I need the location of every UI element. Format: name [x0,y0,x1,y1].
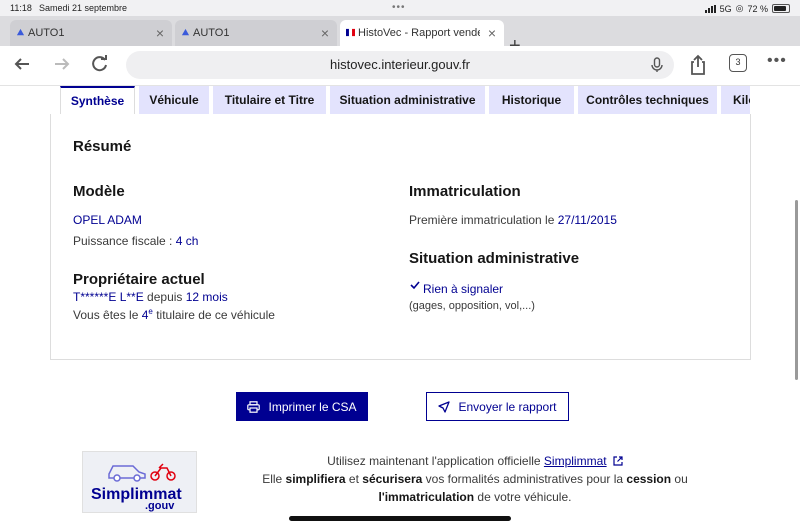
simplimmat-link[interactable]: Simplimmat [544,454,607,468]
tab-titulaire-titre[interactable]: Titulaire et Titre [213,86,326,114]
simplimmat-logo: Simplimmat .gouv [82,451,197,513]
promo-text: et [345,472,363,486]
promo-intro: Utilisez maintenant l'application offici… [327,454,544,468]
fiscal-power-label: Puissance fiscale : [73,234,176,248]
promo-bold-simplifiera: simplifiera [285,472,346,486]
microphone-icon[interactable] [650,57,664,73]
browser-tab-title: AUTO1 [28,27,65,39]
owner-name: T******E L**E [73,290,144,304]
france-flag-favicon-icon [346,28,355,37]
promo-text: ou [671,472,688,486]
owner-since-label: depuis [143,290,186,304]
tab-count-button[interactable]: 3 [729,54,747,72]
fiscal-power: Puissance fiscale : 4 ch [73,234,198,248]
auto1-favicon-icon [181,28,190,36]
home-indicator[interactable] [289,516,511,521]
logo-text-gouv: .gouv [145,500,175,512]
tab-synthese[interactable]: Synthèse [60,86,135,114]
registration-heading: Immatriculation [409,183,521,200]
first-registration: Première immatriculation le 27/11/2015 [409,213,617,227]
close-tab-icon[interactable]: × [488,26,496,40]
admin-status: Rien à signaler [423,282,504,296]
promo-line-2: Elle simplifiera et sécurisera vos forma… [250,470,700,488]
external-link-icon [613,456,623,466]
tab-kilometrage[interactable]: Kilométrage [721,86,750,114]
multitasking-dots-icon[interactable]: ••• [392,2,406,13]
browser-tab-bar: AUTO1 × AUTO1 × HistoVec - Rapport vende… [0,16,800,57]
print-csa-label: Imprimer le CSA [268,399,357,414]
more-options-icon[interactable]: ••• [767,52,787,70]
network-type: 5G [719,3,732,14]
admin-heading: Situation administrative [409,250,580,267]
battery-percent: 72 % [747,3,768,14]
tab-vehicule[interactable]: Véhicule [139,86,209,114]
model-value: OPEL ADAM [73,213,142,227]
promo-line-3: l'immatriculation de votre véhicule. [250,488,700,506]
print-csa-button[interactable]: Imprimer le CSA [236,392,368,421]
page-scrollbar[interactable] [795,200,798,380]
summary-heading: Résumé [73,138,132,155]
report-tabs: Synthèse Véhicule Titulaire et Titre Sit… [50,86,750,114]
simplimmat-promo: Utilisez maintenant l'application offici… [250,452,700,506]
promo-bold-immatriculation: l'immatriculation [378,490,475,504]
status-date: Samedi 21 septembre [39,3,128,13]
status-indicators: 5G ◎ 72 % [704,3,790,14]
car-moto-icon [108,463,176,482]
status-bar: 11:18 Samedi 21 septembre ••• 5G ◎ 72 % [0,0,800,16]
send-report-button[interactable]: Envoyer le rapport [426,392,569,421]
owner-rank-prefix: Vous êtes le [73,308,142,322]
back-icon[interactable] [12,54,32,80]
browser-tab-auto1-2[interactable]: AUTO1 × [175,20,337,46]
url-text: histovec.interieur.gouv.fr [330,57,470,72]
browser-toolbar: histovec.interieur.gouv.fr 3 ••• [0,46,800,86]
promo-bold-cession: cession [626,472,672,486]
admin-detail: (gages, opposition, vol,...) [409,300,535,312]
printer-icon [247,400,261,413]
location-icon: ◎ [735,3,744,13]
send-icon [438,400,451,413]
fiscal-power-value: 4 ch [175,234,199,248]
browser-tab-auto1-1[interactable]: AUTO1 × [10,20,172,46]
summary-card: Résumé Modèle OPEL ADAM Puissance fiscal… [50,114,751,360]
owner-rank-suffix: titulaire de ce véhicule [152,308,275,322]
check-icon [410,281,420,290]
owner-line: T******E L**E depuis 12 mois [73,290,228,304]
owner-rank: Vous êtes le 4e titulaire de ce véhicule [73,307,275,322]
owner-since-value: 12 mois [185,290,228,304]
first-registration-label: Première immatriculation le [409,213,558,227]
browser-tab-histovec[interactable]: HistoVec - Rapport vendeur × [340,20,504,46]
auto1-favicon-icon [16,28,25,36]
close-tab-icon[interactable]: × [321,26,329,40]
status-time: 11:18 [10,3,32,13]
cellular-signal-icon [704,4,716,13]
browser-tab-title: AUTO1 [193,27,230,39]
share-icon[interactable] [688,54,708,82]
tab-situation-administrative[interactable]: Situation administrative [330,86,485,114]
owner-heading: Propriétaire actuel [73,271,205,288]
promo-text: vos formalités administratives pour la [422,472,627,486]
promo-text: de votre véhicule. [474,490,572,504]
promo-text: Elle [262,472,286,486]
promo-line-1: Utilisez maintenant l'application offici… [250,452,700,470]
forward-icon[interactable] [52,54,72,80]
promo-bold-securisera: sécurisera [362,472,423,486]
model-heading: Modèle [73,183,125,200]
address-bar[interactable]: histovec.interieur.gouv.fr [126,51,674,79]
close-tab-icon[interactable]: × [156,26,164,40]
tab-controles-techniques[interactable]: Contrôles techniques [578,86,717,114]
reload-icon[interactable] [90,54,110,80]
first-registration-date: 27/11/2015 [557,213,617,227]
battery-icon [772,4,790,13]
browser-tab-title: HistoVec - Rapport vendeur [358,27,480,39]
tab-historique[interactable]: Historique [489,86,574,114]
send-report-label: Envoyer le rapport [458,399,557,414]
